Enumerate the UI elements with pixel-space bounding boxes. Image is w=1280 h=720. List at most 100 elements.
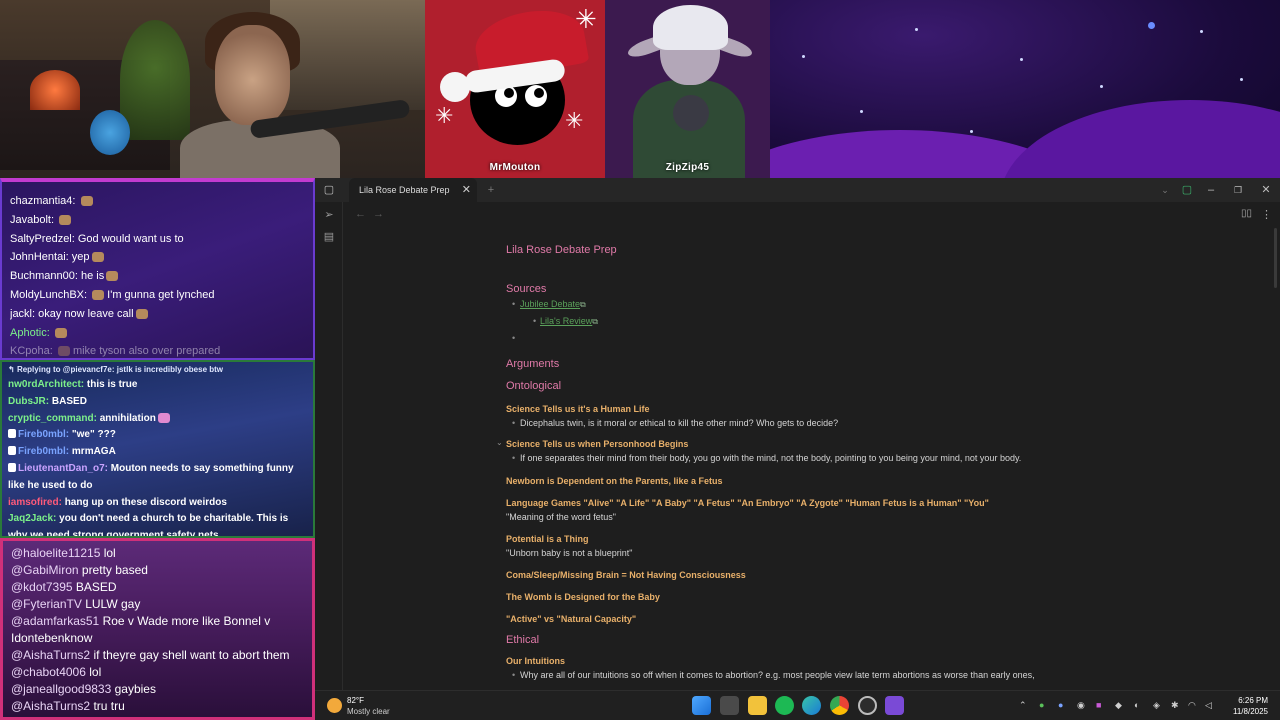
minimize-icon[interactable]: – bbox=[1199, 178, 1223, 202]
title-bar: ▢ Lila Rose Debate Prep ✕ + ⌄ ▢ – ❐ ✕ bbox=[315, 178, 1280, 202]
tray-app-icon[interactable]: ◆ bbox=[1115, 700, 1122, 711]
wifi-icon[interactable]: ◠ bbox=[1188, 700, 1196, 711]
list-item: Dicephalus twin, is it moral or ethical … bbox=[506, 417, 1126, 430]
heading-coma-sleep: Coma/Sleep/Missing Brain = Not Having Co… bbox=[506, 570, 746, 580]
chat-message: jackl: okay now leave call bbox=[10, 305, 305, 324]
friend-name: ZipZip45 bbox=[665, 162, 710, 173]
chat-message: Buchmann00: he is bbox=[10, 267, 305, 286]
chat-message: @kdot7395 BASED bbox=[11, 580, 117, 594]
screen: ✳ ✳ ✳ MrMouton ZipZip45 chazmantia4: Jav… bbox=[0, 0, 1280, 720]
note-text: "Unborn baby is not a blueprint" bbox=[506, 548, 633, 558]
send-icon[interactable]: ➢ bbox=[315, 204, 343, 226]
link-jubilee-debate[interactable]: Jubilee Debate bbox=[520, 299, 580, 309]
notes-app-window: ▢ Lila Rose Debate Prep ✕ + ⌄ ▢ – ❐ ✕ ➢ … bbox=[315, 178, 1280, 690]
heading-womb-designed: The Womb is Designed for the Baby bbox=[506, 592, 660, 602]
chat-panel-bottom: @haloelite11215 lol @GabiMiron pretty ba… bbox=[0, 538, 315, 720]
clock-date: 11/8/2025 bbox=[1233, 707, 1268, 716]
sidebar-toggle-icon[interactable]: ▢ bbox=[317, 178, 341, 202]
chevron-down-icon[interactable]: ⌄ bbox=[1153, 178, 1177, 202]
obsidian-icon[interactable] bbox=[885, 696, 904, 715]
chat-message: JohnHentai: yep bbox=[10, 248, 305, 267]
heading-language-games: Language Games "Alive" "A Life" "A Baby"… bbox=[506, 498, 989, 508]
friend-tile-zipzip45: ZipZip45 bbox=[605, 0, 770, 178]
external-link-icon: ⧉ bbox=[592, 317, 598, 326]
task-view-icon[interactable] bbox=[720, 696, 739, 715]
tab-label: Lila Rose Debate Prep bbox=[359, 185, 450, 195]
friend-tile-mrmouton: ✳ ✳ ✳ MrMouton bbox=[425, 0, 605, 178]
close-tab-icon[interactable]: ✕ bbox=[462, 178, 471, 202]
windows-taskbar: 82°F Mostly clear ⌃ ● ● ◉ ■ ◆ ◐ ◈ ✱ ◠ ◁ … bbox=[315, 690, 1280, 720]
tray-app-icon[interactable]: ● bbox=[1058, 700, 1063, 710]
new-tab-icon[interactable]: + bbox=[479, 178, 503, 202]
heading-arguments: Arguments bbox=[506, 358, 560, 370]
spotify-icon[interactable] bbox=[775, 696, 794, 715]
external-link-icon: ⧉ bbox=[580, 300, 586, 309]
maximize-icon[interactable]: ❐ bbox=[1226, 178, 1250, 202]
edge-icon[interactable] bbox=[802, 696, 821, 715]
volume-icon[interactable]: ◁ bbox=[1205, 700, 1212, 711]
note-text: "Meaning of the word fetus" bbox=[506, 512, 616, 522]
file-explorer-icon[interactable] bbox=[748, 696, 767, 715]
tray-app-icon[interactable]: ● bbox=[1039, 700, 1044, 710]
user-badge-icon bbox=[8, 446, 16, 456]
weather-moon-icon bbox=[327, 698, 342, 713]
chat-message: cryptic_command: annihilation bbox=[8, 411, 309, 428]
heading-potential: Potential is a Thing bbox=[506, 534, 589, 544]
heading-ontological: Ontological bbox=[506, 380, 562, 392]
chat-message: Fireb0mbl: mrmAGA bbox=[8, 444, 309, 461]
heading-newborn-dependent: Newborn is Dependent on the Parents, lik… bbox=[506, 476, 723, 486]
chat-message: SaltyPredzel: God would want us to bbox=[10, 232, 184, 245]
heading-science-human-life: Science Tells us it's a Human Life bbox=[506, 404, 650, 414]
start-icon[interactable] bbox=[692, 696, 711, 715]
forward-arrow-icon[interactable]: → bbox=[373, 208, 384, 220]
heading-science-personhood: Science Tells us when Personhood Begins bbox=[506, 439, 689, 449]
tray-app-icon[interactable]: ◈ bbox=[1153, 700, 1160, 711]
chrome-icon[interactable] bbox=[830, 696, 849, 715]
tray-app-icon[interactable]: ◉ bbox=[1077, 700, 1085, 711]
tab-lila-rose-debate-prep[interactable]: Lila Rose Debate Prep ✕ bbox=[349, 178, 477, 202]
chat-message: Fireb0mbl: "we" ??? bbox=[8, 427, 309, 444]
chat-message: LieutenantDan_o7: Mouton needs to say so… bbox=[8, 462, 294, 491]
more-options-icon[interactable]: ⋮ bbox=[1261, 208, 1272, 221]
heading-our-intuitions: Our Intuitions bbox=[506, 656, 565, 666]
list-item: Lila's Review⧉ bbox=[506, 315, 1126, 328]
clock-time: 6:26 PM bbox=[1238, 696, 1268, 705]
chat-message: @AishaTurns2 tru tru bbox=[11, 699, 125, 713]
chat-panel-middle: ↰ Replying to @pievancf7e: jstlk is incr… bbox=[0, 360, 315, 538]
note-document[interactable]: Lila Rose Debate Prep Sources Jubilee De… bbox=[496, 244, 1126, 682]
chat-message: @haloelite11215 lol bbox=[11, 546, 116, 560]
system-clock[interactable]: 6:26 PM 11/8/2025 bbox=[1233, 695, 1268, 717]
tray-app-icon[interactable]: ■ bbox=[1096, 700, 1101, 710]
reading-view-icon[interactable]: ▯▯ bbox=[1241, 208, 1252, 219]
chat-message: @GabiMiron pretty based bbox=[11, 563, 148, 577]
chat-message: Aphotic: bbox=[10, 324, 305, 343]
chat-message: Javabolt: bbox=[10, 211, 305, 230]
tray-chevron-icon[interactable]: ⌃ bbox=[1019, 700, 1027, 711]
list-item: If one separates their mind from their b… bbox=[506, 452, 1126, 465]
list-item-empty[interactable] bbox=[506, 332, 1126, 345]
steam-icon[interactable]: ◐ bbox=[1134, 700, 1139, 710]
back-arrow-icon[interactable]: ← bbox=[355, 208, 366, 220]
left-ribbon: ➢ ▤ bbox=[315, 202, 343, 690]
note-title: Lila Rose Debate Prep bbox=[506, 244, 617, 256]
reply-indicator: ↰ Replying to @pievancf7e: jstlk is incr… bbox=[8, 365, 224, 374]
lamp bbox=[30, 70, 80, 110]
fold-chevron-icon[interactable]: ⌄ bbox=[496, 438, 503, 447]
chat-message: @janeallgood9833 gaybies bbox=[11, 682, 156, 696]
heading-ethical: Ethical bbox=[506, 634, 540, 646]
obs-icon[interactable] bbox=[858, 696, 877, 715]
close-window-icon[interactable]: ✕ bbox=[1254, 178, 1278, 202]
plant bbox=[120, 20, 190, 140]
figurine bbox=[90, 110, 130, 155]
space-background bbox=[770, 0, 1280, 178]
chat-message: iamsofired: hang up on these discord wei… bbox=[8, 496, 227, 508]
weather-temp: 82°F bbox=[347, 696, 364, 705]
webcam-feed bbox=[0, 0, 425, 178]
list-item: Jubilee Debate⧉ bbox=[506, 298, 1126, 311]
bluetooth-icon[interactable]: ✱ bbox=[1171, 700, 1179, 711]
scrollbar[interactable] bbox=[1274, 228, 1277, 288]
pages-icon[interactable]: ▤ bbox=[315, 226, 343, 248]
link-lilas-review[interactable]: Lila's Review bbox=[540, 316, 592, 326]
layout-icon[interactable]: ▢ bbox=[1175, 178, 1199, 202]
friend-name: MrMouton bbox=[489, 162, 541, 173]
